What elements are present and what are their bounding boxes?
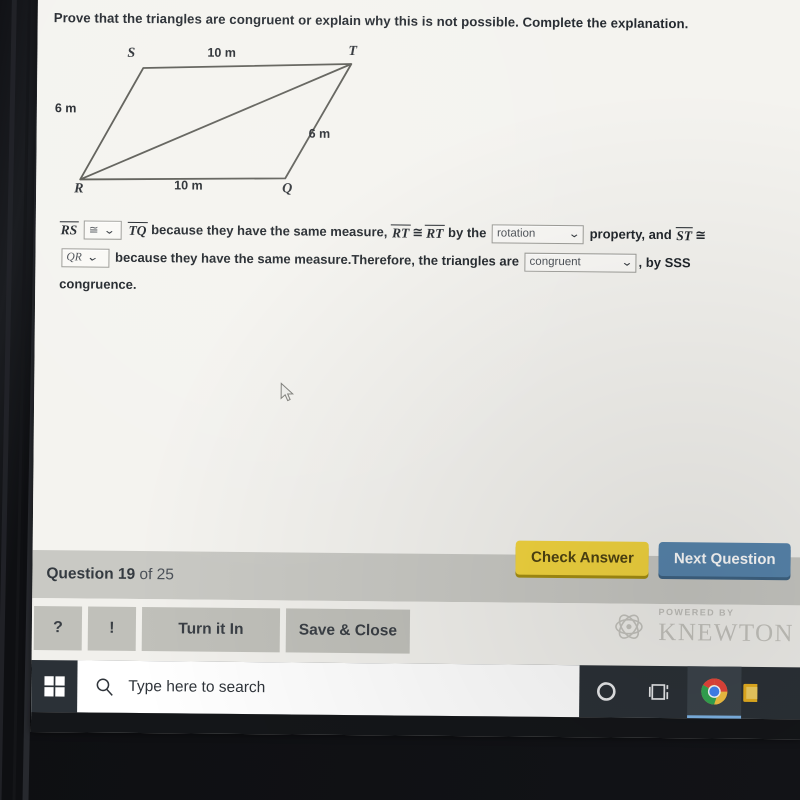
segment-rs: RS — [59, 221, 79, 238]
congruence-symbol-2: ≅ — [695, 228, 707, 244]
chevron-down-icon: ⌄ — [568, 228, 581, 241]
alert-button[interactable]: ! — [87, 606, 137, 651]
task-view-icon — [648, 684, 669, 700]
dropdown-segment[interactable]: QR ⌄ — [61, 248, 110, 268]
dimension-top: 10 m — [207, 45, 236, 60]
next-question-button[interactable]: Next Question — [658, 541, 791, 577]
dropdown-property[interactable]: rotation ⌄ — [491, 224, 585, 245]
dropdown-relation-symbol-value: ≅ — [88, 222, 99, 237]
chevron-down-icon: ⌄ — [620, 256, 634, 269]
windows-taskbar: Type here to search — [31, 659, 800, 720]
cortana-circle-icon — [597, 682, 616, 701]
vertex-label-T: T — [348, 43, 358, 60]
segment-rt-a: RT — [390, 224, 411, 241]
congruence-statement-st: ST ≅ — [675, 227, 708, 244]
congruence-statement-rt: RT ≅ RT — [390, 224, 445, 241]
primary-actions: Check Answer Next Question — [515, 540, 791, 577]
task-view-button[interactable] — [633, 666, 687, 719]
notepad-icon — [743, 683, 758, 702]
taskbar-icons — [579, 665, 767, 719]
explanation-text-3: property, and — [589, 226, 672, 243]
mouse-pointer — [280, 382, 295, 402]
screen-area: Prove that the triangles are congruent o… — [30, 0, 800, 740]
question-counter-total: of 25 — [135, 565, 174, 584]
explanation-text-4: because they have the same measure.There… — [115, 249, 520, 269]
segment-st: ST — [675, 227, 694, 244]
dropdown-result-value: congruent — [529, 255, 581, 269]
chrome-icon — [701, 678, 728, 705]
explanation-text: RS ≅ ⌄ TQ because they have the same meas… — [59, 215, 740, 304]
parallelogram-diagram — [79, 63, 353, 181]
segment-tq: TQ — [127, 221, 148, 239]
geometry-figure: S T R Q 10 m 6 m 6 m 10 m — [55, 39, 392, 202]
vertex-label-R: R — [74, 181, 84, 197]
search-box[interactable]: Type here to search — [77, 660, 580, 718]
turn-it-in-button[interactable]: Turn it In — [141, 607, 281, 653]
knewton-name: KNEWTON — [658, 618, 795, 648]
check-answer-button[interactable]: Check Answer — [515, 540, 650, 576]
dimension-right: 6 m — [308, 126, 331, 141]
knewton-branding: POWERED BY KNEWTON — [613, 606, 795, 648]
segment-rt-b: RT — [425, 224, 445, 241]
question-counter-bold: Question 19 — [46, 565, 136, 583]
vertex-label-S: S — [127, 45, 136, 61]
vertex-label-Q: Q — [282, 181, 293, 197]
laptop-screen-photo: Prove that the triangles are congruent o… — [0, 0, 800, 800]
explanation-text-1: because they have the same measure, — [151, 222, 388, 240]
chevron-down-icon: ⌄ — [102, 224, 116, 237]
dropdown-segment-value: QR — [66, 251, 82, 264]
dropdown-result[interactable]: congruent ⌄ — [524, 252, 637, 273]
question-content: Prove that the triangles are congruent o… — [32, 0, 800, 558]
dropdown-relation-symbol[interactable]: ≅ ⌄ — [83, 220, 122, 240]
start-button[interactable] — [31, 660, 77, 712]
question-status-bar: Question 19 of 25 Check Answer Next Ques… — [32, 540, 800, 606]
dimension-bottom: 10 m — [174, 178, 203, 193]
dropdown-property-value: rotation — [496, 227, 536, 240]
knewton-wordmark: POWERED BY KNEWTON — [658, 606, 795, 648]
save-and-close-button[interactable]: Save & Close — [285, 608, 411, 654]
help-button[interactable]: ? — [33, 605, 83, 651]
cortana-button[interactable] — [579, 665, 633, 718]
bottom-toolbar: ? ! Turn it In Save & Close POWERED BY K… — [31, 597, 800, 668]
chrome-button[interactable] — [687, 666, 742, 719]
explanation-text-2: by the — [448, 224, 487, 241]
congruence-symbol: ≅ — [412, 225, 424, 241]
chevron-down-icon: ⌄ — [86, 251, 99, 264]
question-prompt: Prove that the triangles are congruent o… — [53, 10, 689, 32]
explanation-text-5: , by — [638, 254, 662, 270]
dimension-left: 6 m — [54, 101, 77, 116]
search-placeholder: Type here to search — [128, 677, 266, 697]
search-icon — [96, 678, 113, 696]
question-counter: Question 19 of 25 — [46, 565, 174, 584]
windows-start-icon — [43, 675, 65, 697]
atom-icon — [615, 613, 644, 639]
partial-taskbar-icon[interactable] — [741, 667, 767, 719]
powered-by-label: POWERED BY — [658, 606, 735, 618]
